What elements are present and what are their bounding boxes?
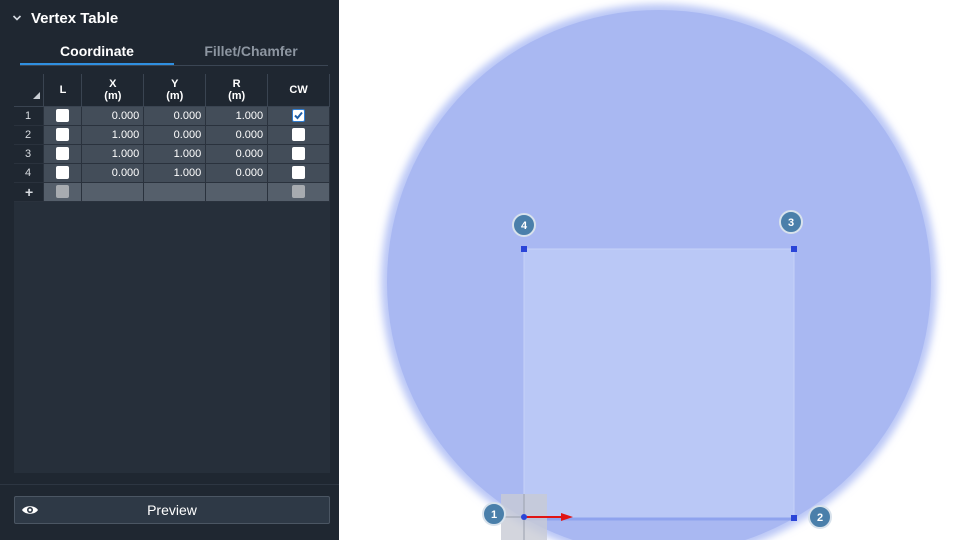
table-row: 2 1.000 0.000 0.000 bbox=[14, 125, 330, 145]
tab-coordinate[interactable]: Coordinate bbox=[20, 40, 174, 65]
column-header-cw[interactable]: CW bbox=[267, 74, 330, 107]
lock-cell[interactable] bbox=[43, 125, 83, 145]
y-cell[interactable] bbox=[143, 182, 207, 202]
y-cell[interactable]: 1.000 bbox=[143, 163, 207, 183]
cw-cell[interactable] bbox=[267, 182, 330, 202]
column-header-l[interactable]: L bbox=[43, 74, 83, 107]
select-all-icon[interactable] bbox=[33, 91, 41, 99]
svg-text:1: 1 bbox=[491, 509, 497, 521]
cw-cell[interactable] bbox=[267, 125, 330, 145]
add-row[interactable]: + bbox=[14, 182, 330, 202]
gizmo-plane bbox=[501, 517, 524, 540]
cw-cell[interactable] bbox=[267, 163, 330, 183]
row-index[interactable]: 3 bbox=[14, 144, 45, 164]
vertex-marker[interactable] bbox=[791, 515, 797, 521]
gizmo-plane bbox=[524, 494, 547, 517]
vertex-table-panel: Vertex Table Coordinate Fillet/Chamfer L… bbox=[0, 0, 339, 540]
eye-icon bbox=[22, 506, 38, 514]
lock-checkbox[interactable] bbox=[56, 109, 70, 122]
r-cell[interactable]: 0.000 bbox=[205, 163, 269, 183]
cw-cell[interactable] bbox=[267, 106, 330, 126]
vertex-table: L X (m) Y (m) R (m) CW 1 0.000 0.000 1.000 bbox=[14, 74, 330, 473]
svg-text:3: 3 bbox=[788, 217, 794, 229]
column-header-r[interactable]: R (m) bbox=[205, 74, 269, 107]
r-cell[interactable] bbox=[205, 182, 269, 202]
lock-checkbox[interactable] bbox=[56, 128, 70, 141]
svg-text:2: 2 bbox=[817, 512, 823, 524]
tab-bar: Coordinate Fillet/Chamfer bbox=[20, 40, 328, 66]
checkmark-icon bbox=[294, 111, 303, 120]
column-header-x[interactable]: X (m) bbox=[81, 74, 145, 107]
vertex-badge-3[interactable]: 3 bbox=[779, 210, 803, 234]
lock-checkbox[interactable] bbox=[56, 185, 70, 198]
vertex-badge-1[interactable]: 1 bbox=[482, 502, 506, 526]
cw-checkbox[interactable] bbox=[292, 128, 306, 141]
panel-title: Vertex Table bbox=[31, 9, 119, 27]
panel-header[interactable]: Vertex Table bbox=[0, 0, 339, 36]
cw-checkbox[interactable] bbox=[292, 109, 306, 122]
y-cell[interactable]: 0.000 bbox=[143, 125, 207, 145]
lock-cell[interactable] bbox=[43, 144, 83, 164]
polygon-shape[interactable] bbox=[523, 248, 795, 520]
preview-label: Preview bbox=[147, 502, 197, 518]
table-row: 3 1.000 1.000 0.000 bbox=[14, 144, 330, 164]
add-row-icon[interactable]: + bbox=[14, 182, 45, 202]
vertex-badge-4[interactable]: 4 bbox=[512, 213, 536, 237]
viewport-canvas[interactable]: 1 2 3 4 bbox=[339, 0, 980, 540]
x-cell[interactable]: 0.000 bbox=[81, 106, 145, 126]
3d-viewport[interactable]: 1 2 3 4 bbox=[339, 0, 980, 540]
row-index[interactable]: 2 bbox=[14, 125, 45, 145]
lock-checkbox[interactable] bbox=[56, 147, 70, 160]
vertex-badge-2[interactable]: 2 bbox=[808, 505, 832, 529]
r-cell[interactable]: 0.000 bbox=[205, 144, 269, 164]
table-header-row: L X (m) Y (m) R (m) CW bbox=[14, 74, 330, 107]
table-row: 4 0.000 1.000 0.000 bbox=[14, 163, 330, 183]
cw-checkbox[interactable] bbox=[292, 185, 306, 198]
divider bbox=[0, 484, 339, 485]
column-header-y[interactable]: Y (m) bbox=[143, 74, 207, 107]
table-row: 1 0.000 0.000 1.000 bbox=[14, 106, 330, 126]
preview-button[interactable]: Preview bbox=[14, 496, 330, 524]
gizmo-plane bbox=[524, 517, 547, 540]
cw-checkbox[interactable] bbox=[292, 147, 306, 160]
y-cell[interactable]: 1.000 bbox=[143, 144, 207, 164]
r-cell[interactable]: 0.000 bbox=[205, 125, 269, 145]
chevron-down-icon[interactable] bbox=[12, 13, 22, 23]
vertex-marker[interactable] bbox=[791, 246, 797, 252]
x-cell[interactable]: 1.000 bbox=[81, 144, 145, 164]
vertex-marker[interactable] bbox=[521, 246, 527, 252]
y-cell[interactable]: 0.000 bbox=[143, 106, 207, 126]
lock-cell[interactable] bbox=[43, 182, 83, 202]
vertex-marker[interactable] bbox=[521, 514, 527, 520]
x-cell[interactable]: 1.000 bbox=[81, 125, 145, 145]
row-index[interactable]: 4 bbox=[14, 163, 45, 183]
r-cell[interactable]: 1.000 bbox=[205, 106, 269, 126]
x-cell[interactable] bbox=[81, 182, 145, 202]
lock-cell[interactable] bbox=[43, 106, 83, 126]
row-index[interactable]: 1 bbox=[14, 106, 45, 126]
svg-text:4: 4 bbox=[521, 220, 528, 232]
lock-checkbox[interactable] bbox=[56, 166, 70, 179]
cw-checkbox[interactable] bbox=[292, 166, 306, 179]
cw-cell[interactable] bbox=[267, 144, 330, 164]
lock-cell[interactable] bbox=[43, 163, 83, 183]
tab-fillet-chamfer[interactable]: Fillet/Chamfer bbox=[174, 40, 328, 65]
x-cell[interactable]: 0.000 bbox=[81, 163, 145, 183]
select-all-corner[interactable] bbox=[14, 74, 45, 107]
